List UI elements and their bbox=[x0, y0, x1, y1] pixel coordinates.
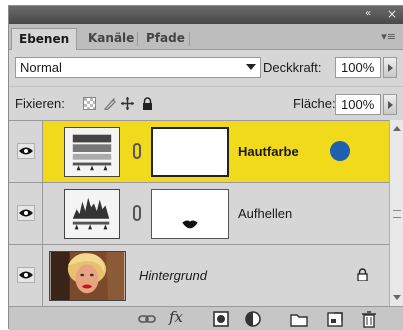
eye-icon bbox=[19, 209, 33, 217]
layer-row-aufhellen[interactable]: Aufhellen bbox=[9, 183, 389, 245]
layer-name[interactable]: Hintergrund bbox=[139, 268, 207, 283]
mask-link-icon[interactable] bbox=[133, 143, 141, 159]
tab-pfade[interactable]: Pfade bbox=[139, 28, 192, 50]
link-layers-icon[interactable] bbox=[137, 310, 157, 328]
blend-mode-value: Normal bbox=[20, 60, 62, 75]
layers-panel: « × Ebenen Kanäle Pfade ▾≡ Normal Deckkr… bbox=[8, 5, 403, 330]
tab-separator bbox=[137, 32, 138, 46]
new-group-icon[interactable] bbox=[289, 310, 309, 328]
layers-list: Hautfarbe Aufhellen Hintergrund bbox=[9, 120, 389, 307]
visibility-box bbox=[17, 267, 35, 283]
layer-mask-thumbnail[interactable] bbox=[151, 189, 229, 239]
visibility-toggle[interactable] bbox=[9, 121, 43, 182]
double-chevron-left-icon[interactable]: « bbox=[365, 8, 371, 19]
blend-opacity-row: Normal Deckkraft: 100% bbox=[9, 50, 403, 82]
scroll-grip-icon[interactable] bbox=[393, 210, 401, 218]
scroll-down-icon[interactable] bbox=[393, 295, 401, 300]
tab-kanaele[interactable]: Kanäle bbox=[81, 28, 141, 50]
panel-titlebar: « × bbox=[9, 6, 403, 24]
opacity-input[interactable]: 100% bbox=[335, 57, 381, 78]
portrait-photo-thumbnail bbox=[49, 251, 126, 301]
new-layer-icon[interactable] bbox=[325, 310, 345, 328]
visibility-toggle[interactable] bbox=[9, 183, 43, 244]
fill-label: Fläche: bbox=[293, 96, 336, 111]
levels-adjustment-icon bbox=[64, 127, 120, 177]
new-adjustment-icon[interactable] bbox=[243, 310, 263, 328]
layer-name[interactable]: Hautfarbe bbox=[238, 144, 299, 159]
panel-menu-icon[interactable]: ▾≡ bbox=[381, 30, 396, 43]
lock-all-icon[interactable] bbox=[141, 97, 154, 110]
visibility-box bbox=[17, 205, 35, 221]
fill-input[interactable]: 100% bbox=[335, 94, 381, 115]
color-badge-icon bbox=[330, 141, 350, 161]
tab-separator bbox=[189, 32, 190, 46]
layers-scrollbar[interactable] bbox=[389, 120, 403, 306]
curves-adjustment-icon bbox=[64, 189, 120, 239]
layer-mask-thumbnail[interactable] bbox=[151, 127, 229, 177]
tab-ebenen[interactable]: Ebenen bbox=[11, 28, 78, 50]
visibility-box bbox=[17, 143, 35, 159]
fill-slider-button[interactable] bbox=[383, 94, 397, 115]
layer-locked-icon bbox=[357, 268, 368, 281]
lock-label: Fixieren: bbox=[15, 96, 65, 111]
lock-image-pixels-icon[interactable] bbox=[103, 97, 116, 110]
opacity-label: Deckkraft: bbox=[263, 60, 322, 75]
add-mask-icon[interactable] bbox=[211, 310, 231, 328]
layer-row-hautfarbe[interactable]: Hautfarbe bbox=[9, 121, 389, 183]
opacity-slider-button[interactable] bbox=[383, 57, 397, 78]
lock-fill-row: Fixieren: Fläche: 100% bbox=[9, 86, 403, 118]
layer-row-hintergrund[interactable]: Hintergrund bbox=[9, 245, 389, 307]
close-icon[interactable]: × bbox=[387, 7, 397, 21]
trash-icon[interactable] bbox=[359, 310, 379, 328]
mask-link-icon[interactable] bbox=[133, 205, 141, 221]
panel-footer-toolbar: fx bbox=[9, 306, 403, 330]
lock-position-icon[interactable] bbox=[121, 97, 134, 110]
scroll-up-icon[interactable] bbox=[393, 126, 401, 131]
eye-icon bbox=[19, 271, 33, 279]
fx-icon[interactable]: fx bbox=[169, 308, 189, 326]
chevron-down-icon bbox=[246, 64, 256, 70]
visibility-toggle[interactable] bbox=[9, 245, 43, 306]
eye-icon bbox=[19, 147, 33, 155]
blend-mode-select[interactable]: Normal bbox=[15, 57, 261, 78]
layer-name[interactable]: Aufhellen bbox=[238, 206, 292, 221]
tab-bar: Ebenen Kanäle Pfade ▾≡ bbox=[9, 24, 403, 50]
lock-transparent-pixels-icon[interactable] bbox=[83, 97, 96, 110]
